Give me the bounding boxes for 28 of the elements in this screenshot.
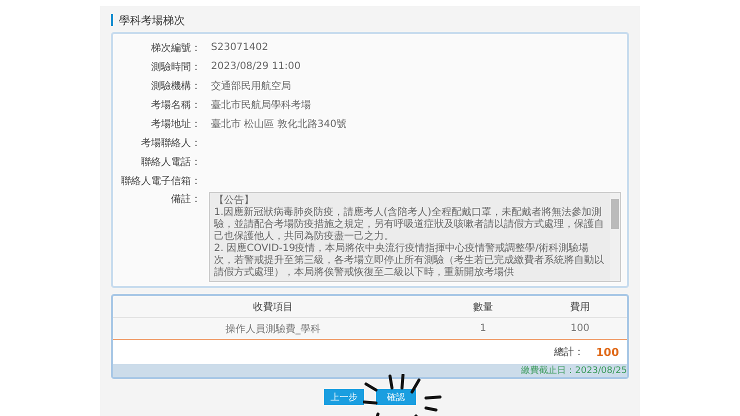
- payment-deadline: 繳費截止日：2023/08/25: [521, 364, 627, 377]
- table-cell-text: 1: [478, 323, 488, 334]
- field-value: 臺北市 松山區 敦化北路340號: [211, 118, 346, 130]
- field-value: 臺北市民航局學科考場: [211, 98, 311, 112]
- field-label: 考場地址：: [150, 118, 201, 130]
- field-label: 考場名稱：: [150, 98, 201, 112]
- total-label: 總計：: [554, 346, 584, 359]
- field-label: 考場聯絡人：: [140, 136, 201, 150]
- field-label: 備註：: [170, 192, 201, 206]
- notes-textarea[interactable]: 【公告】 1.因應新冠狀病毒肺炎防疫，請應考人(含陪考人)全程配戴口罩，未配戴者將無法參加測驗，並請配合考場防疫措施之規定，另有呼吸道症狀及咳嗽者請以請假方式處理，保護自己也保護他人，共同為防疫盡一己之力。 2. 因應COVID-19疫情，本局將依中央流行疫情指揮中心疫情警戒調整學/術科測驗場次，若警戒提升至第三級，各考場立即停止所有測驗（考生若已完成繳費者系統將自動以請假方式處理），本局將俟警戒恢復至二級以下時，重新開放考場供: [209, 192, 621, 282]
- field-label: 聯絡人電話：: [140, 156, 201, 168]
- table-cell-text: 100: [569, 323, 591, 334]
- field-value: 2023/08/29 11:00: [211, 61, 301, 72]
- total-amount: 100: [596, 346, 619, 358]
- back-button[interactable]: 上一步: [324, 389, 364, 405]
- field-label: 聯絡人電子信箱：: [120, 174, 201, 188]
- scrollbar[interactable]: [610, 193, 620, 281]
- field-label: 測驗機構：: [150, 80, 201, 92]
- field-value: S23071402: [211, 42, 268, 53]
- column-header: 收費項目: [252, 300, 294, 314]
- field-label: 測驗時間：: [150, 60, 201, 74]
- column-header: 費用: [569, 300, 591, 314]
- column-header: 數量: [472, 300, 494, 314]
- confirm-button[interactable]: 確認: [376, 389, 416, 405]
- field-value: 交通部民用航空局: [211, 80, 291, 92]
- section-title: 學科考場梯次: [119, 12, 185, 28]
- field-label: 梯次編號：: [150, 42, 201, 54]
- table-cell-text: 操作人員測驗費_學科: [224, 322, 322, 336]
